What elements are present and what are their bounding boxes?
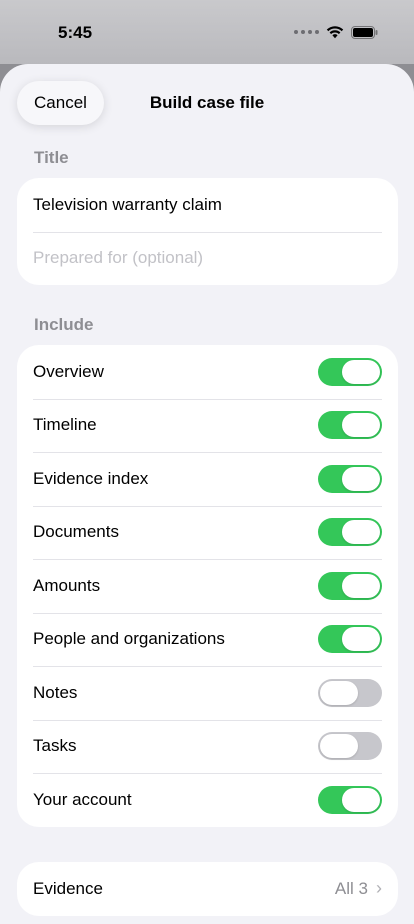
toggle-documents[interactable] [318,518,382,547]
include-row-timeline: Timeline [17,398,398,453]
cellular-signal-icon [294,30,319,34]
chevron-right-icon: › [376,878,382,899]
toggle-timeline[interactable] [318,411,382,440]
include-row-tasks: Tasks [17,719,398,774]
title-section-label: Title [34,148,69,167]
include-row-label: Notes [33,682,78,702]
battery-icon [351,25,378,39]
include-row-overview: Overview [17,345,398,399]
include-row-label: Overview [33,361,104,381]
wifi-icon [326,26,344,39]
toggle-knob [342,359,380,384]
include-row-label: Tasks [33,736,77,756]
include-section-label: Include [34,315,94,334]
include-row-people-and-organizations: People and organizations [17,612,398,667]
prepared-for-placeholder: Prepared for (optional) [33,248,204,268]
toggle-your-account[interactable] [318,785,382,814]
sheet-title: Build case file [149,93,265,112]
toggle-amounts[interactable] [318,571,382,600]
title-input-value: Television warranty claim [33,194,222,214]
include-row-label: People and organizations [33,629,225,649]
toggle-overview[interactable] [318,357,382,386]
toggle-knob [342,627,380,652]
toggle-knob [342,520,380,545]
include-row-label: Documents [33,522,119,542]
title-input[interactable]: Television warranty claim [17,178,398,232]
include-row-label: Evidence index [33,468,149,488]
evidence-row[interactable]: Evidence All 3 › [17,862,398,916]
toggle-evidence-index[interactable] [318,464,382,493]
status-icons [294,25,378,39]
prepared-for-input[interactable]: Prepared for (optional) [17,231,398,286]
include-row-label: Timeline [33,415,97,435]
include-row-evidence-index: Evidence index [17,452,398,506]
include-row-notes: Notes [17,666,398,720]
include-row-label: Your account [33,789,132,809]
include-row-documents: Documents [17,505,398,560]
toggle-people-and-organizations[interactable] [318,625,382,654]
include-group: Overview Timeline Evidence index Documents A… [17,345,398,827]
evidence-value: All 3 [334,878,368,898]
include-row-your-account: Your account [17,773,398,827]
toggle-notes[interactable] [318,678,382,707]
evidence-group: Evidence All 3 › [17,862,398,916]
toggle-tasks[interactable] [318,732,382,761]
toggle-knob [342,573,380,598]
include-row-amounts: Amounts [17,559,398,613]
build-case-file-sheet: Cancel Build case file Title Television … [0,64,414,924]
toggle-knob [320,734,358,759]
include-row-label: Amounts [33,575,101,595]
status-time: 5:45 [58,23,93,42]
toggle-knob [342,787,380,812]
evidence-label: Evidence [33,878,103,898]
toggle-knob [342,466,380,491]
toggle-knob [320,680,358,705]
status-bar: 5:45 [0,0,414,64]
title-group: Television warranty claim Prepared for (… [17,178,398,285]
toggle-knob [342,413,380,438]
